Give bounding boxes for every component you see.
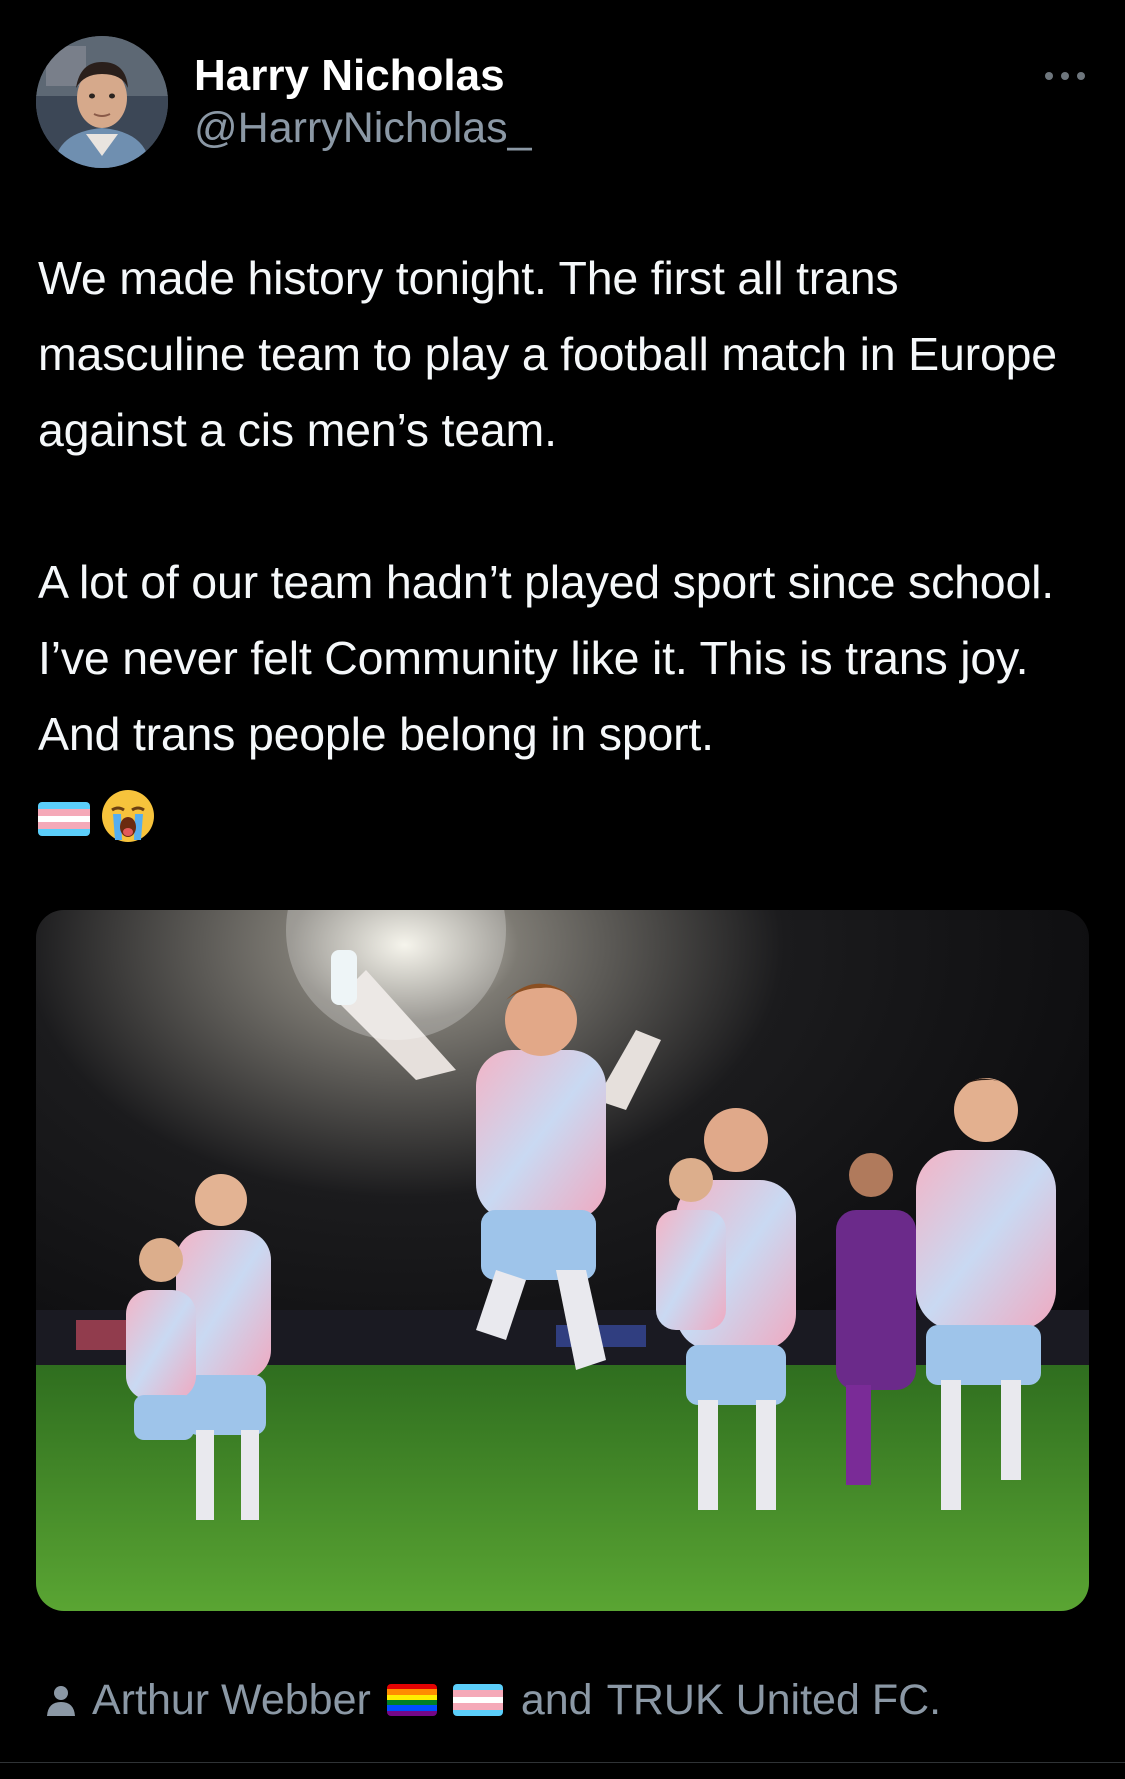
- tweet-header: Harry Nicholas @HarryNicholas_: [36, 36, 1089, 172]
- loudly-crying-face-icon: [102, 790, 154, 842]
- football-team-celebration-photo-icon: [36, 910, 1089, 1611]
- tagged-users: Arthur Webber and TRUK United FC.: [44, 1670, 941, 1730]
- person-icon: [47, 1686, 75, 1716]
- transgender-flag-icon: [38, 802, 90, 836]
- tweet-emoji-line: [38, 778, 1098, 854]
- divider: [0, 1762, 1125, 1763]
- more-dot: [1077, 72, 1085, 80]
- tweet-text: We made history tonight. The first all t…: [38, 240, 1098, 854]
- tagged-user-arthur-webber[interactable]: Arthur Webber: [92, 1676, 371, 1725]
- more-dot: [1061, 72, 1069, 80]
- tagged-joiner: and: [520, 1675, 593, 1724]
- tweet-paragraph-1: We made history tonight. The first all t…: [38, 252, 1057, 456]
- tweet-paragraph-2: A lot of our team hadn’t played sport si…: [38, 556, 1054, 760]
- author-handle[interactable]: @HarryNicholas_: [194, 102, 532, 154]
- avatar[interactable]: [36, 36, 168, 168]
- author-display-name[interactable]: Harry Nicholas: [194, 50, 532, 102]
- rainbow-flag-icon: [386, 1684, 437, 1716]
- author-names: Harry Nicholas @HarryNicholas_: [194, 50, 532, 154]
- profile-photo-icon: [36, 36, 168, 168]
- more-dot: [1045, 72, 1053, 80]
- tweet-photo[interactable]: [36, 910, 1089, 1611]
- transgender-flag-icon: [452, 1684, 503, 1716]
- tagged-user-truk-united[interactable]: TRUK United FC.: [607, 1676, 942, 1725]
- more-options-icon[interactable]: [1043, 66, 1087, 86]
